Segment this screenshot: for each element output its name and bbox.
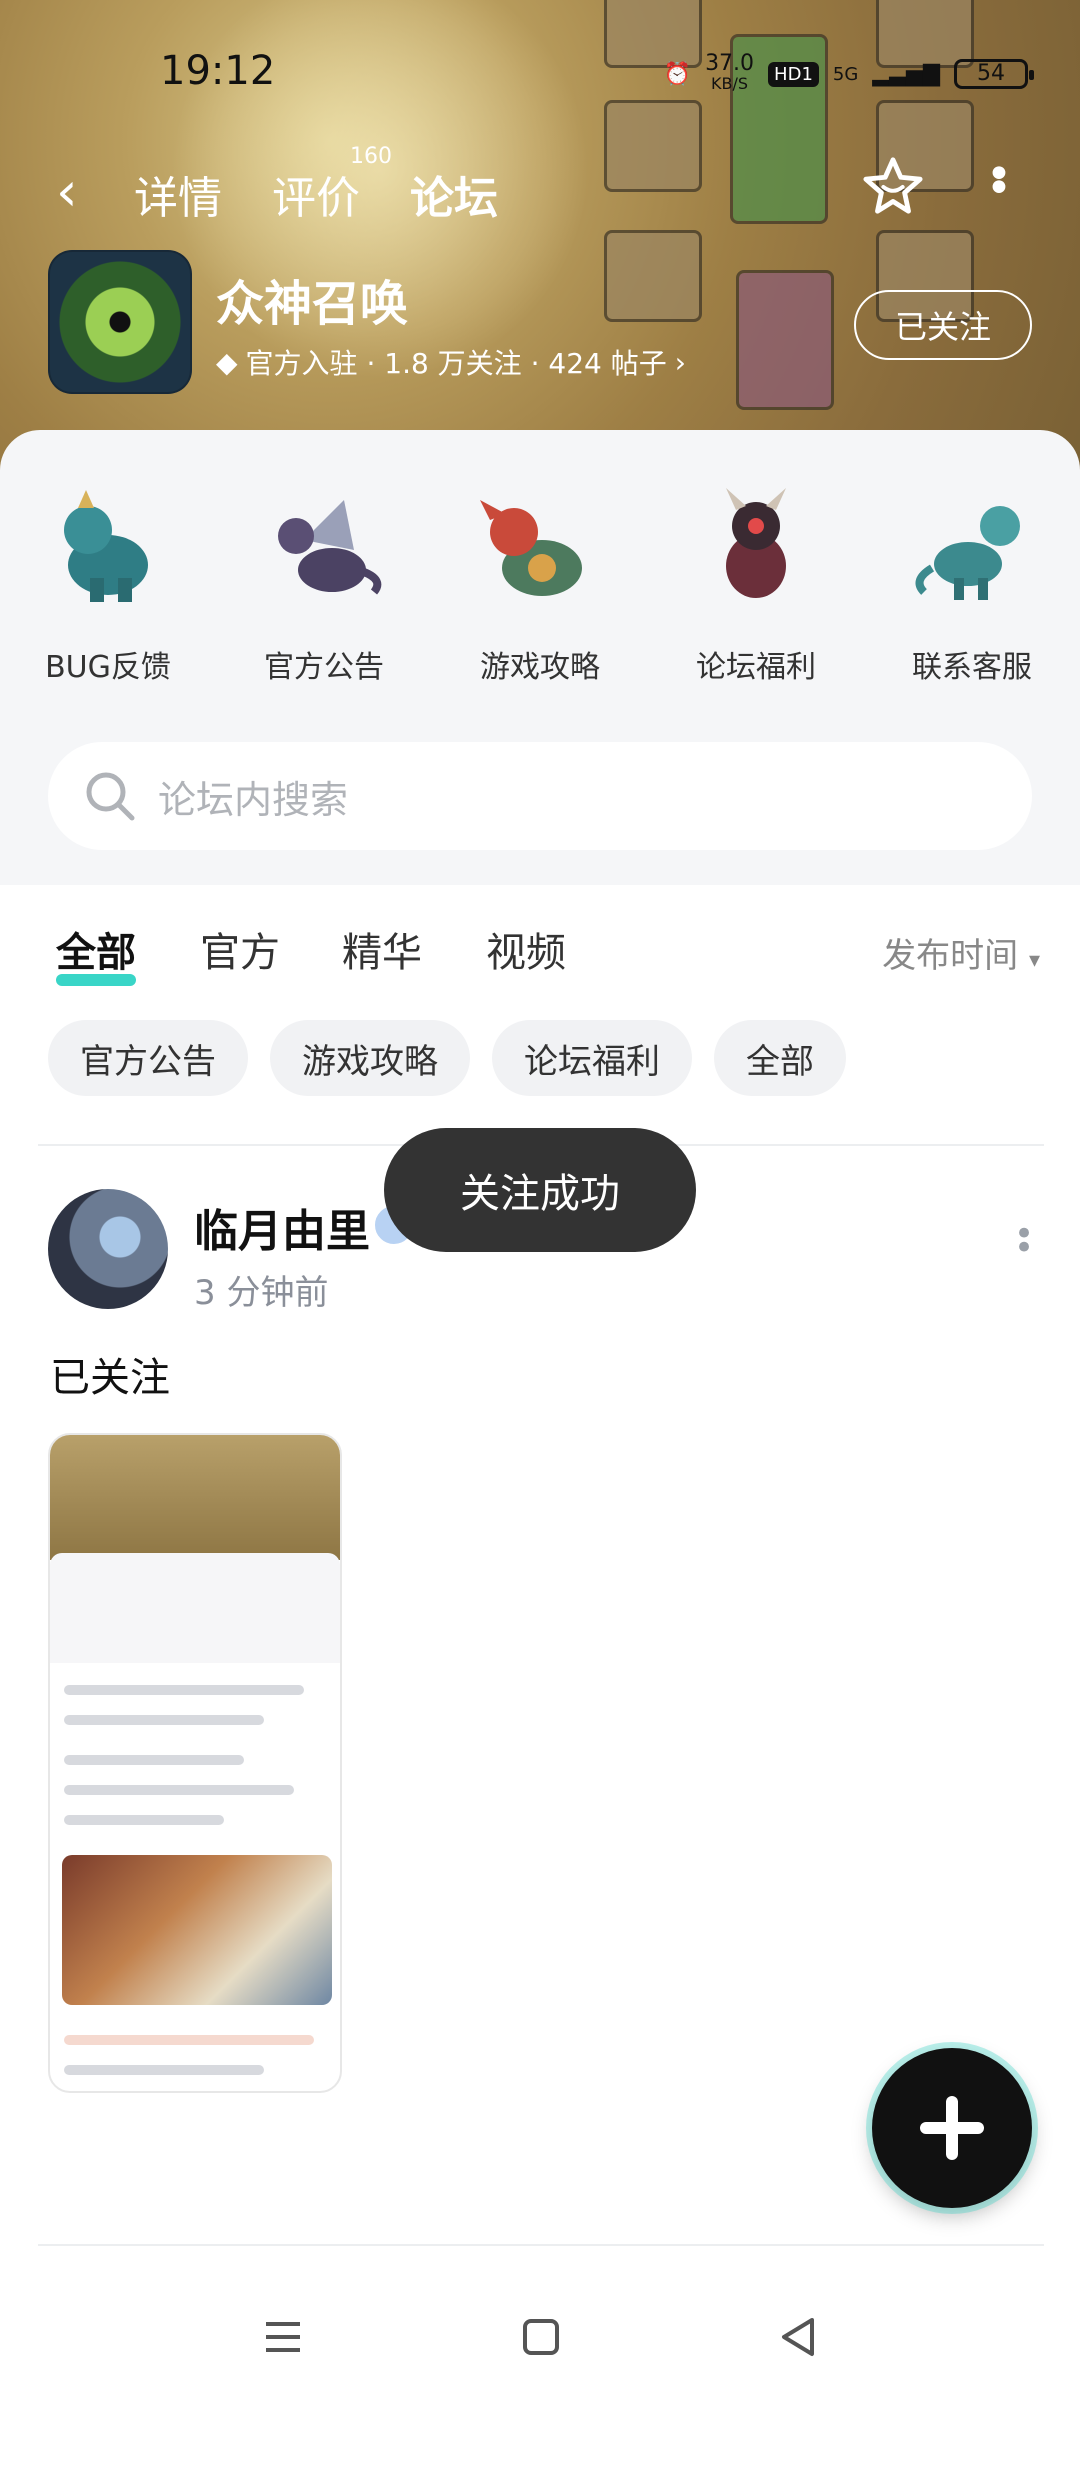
dragon-blue-icon: [915, 506, 1020, 600]
filter-tab-featured[interactable]: 精华: [342, 920, 422, 978]
thumb-line: [64, 1815, 224, 1825]
thumb-line: [64, 1715, 264, 1725]
diamond-icon: ◆: [216, 345, 238, 379]
post-content: 已关注: [50, 1355, 170, 1401]
alarm-icon: ⏰: [663, 61, 692, 87]
network-label: 5G: [832, 63, 859, 85]
post-image-thumbnail[interactable]: [48, 1433, 342, 2093]
hd-badge: HD1: [768, 61, 819, 87]
thumb-line: [64, 1785, 294, 1795]
menu-icon[interactable]: [258, 2312, 308, 2362]
filter-bar: 全部 官方 精华 视频 发布时间 ▾: [0, 900, 1080, 990]
status-icons: ⏰ 37.0 KB/S HD1 5G ▂▃▅▇ 54: [663, 51, 1034, 94]
status-bar: 19:12 ⏰ 37.0 KB/S HD1 5G ▂▃▅▇ 54: [0, 40, 1080, 100]
dragon-dark-icon: [726, 488, 786, 598]
thumb-header: [50, 1435, 340, 1560]
follow-button[interactable]: 已关注: [854, 290, 1032, 360]
post-time: 3 分钟前: [194, 1273, 329, 1313]
entry-forum-benefits[interactable]: 论坛福利: [656, 480, 856, 686]
entry-bug-report[interactable]: BUG反馈: [8, 480, 208, 686]
entry-contact-service[interactable]: 联系客服: [872, 480, 1072, 686]
chip-all[interactable]: 全部: [714, 1020, 846, 1096]
filter-tab-video[interactable]: 视频: [486, 920, 566, 978]
chip-official-notice[interactable]: 官方公告: [48, 1020, 248, 1096]
thumb-promo-image: [62, 1855, 332, 2005]
dragon-teal-icon: [64, 490, 148, 602]
forum-quick-panel: BUG反馈 官方公告 游戏攻略 论坛福利 联系客服 论坛内搜索: [0, 430, 1080, 885]
back-icon[interactable]: ‹: [56, 160, 78, 223]
home-icon[interactable]: [516, 2312, 566, 2362]
dragon-purple-icon: [278, 500, 382, 595]
net-speed: 37.0 KB/S: [705, 51, 755, 94]
tab-details[interactable]: 详情: [134, 162, 222, 226]
sort-dropdown[interactable]: 发布时间 ▾: [882, 928, 1040, 977]
entry-game-guide[interactable]: 游戏攻略: [440, 480, 640, 686]
dragon-red-icon: [480, 500, 582, 596]
new-post-fab-button[interactable]: [872, 2048, 1032, 2208]
thumb-line: [64, 2065, 264, 2075]
author-avatar[interactable]: [48, 1189, 168, 1309]
top-nav: ‹ 详情 评价 160 论坛 • •: [0, 140, 1080, 240]
filter-tab-all[interactable]: 全部: [56, 920, 136, 986]
chip-forum-benefits[interactable]: 论坛福利: [492, 1020, 692, 1096]
thumb-line: [64, 1755, 244, 1765]
star-favorite-icon[interactable]: [862, 154, 924, 216]
back-triangle-icon[interactable]: [774, 2312, 824, 2362]
post-author[interactable]: 临月由里: [194, 1195, 370, 1259]
quick-entries: BUG反馈 官方公告 游戏攻略 论坛福利 联系客服: [0, 480, 1080, 686]
game-title: 众神召唤: [216, 276, 409, 332]
game-info: 众神召唤 ◆ 官方入驻 · 1.8 万关注 · 424 帖子 › 已关注: [48, 250, 1038, 400]
forum-search-box[interactable]: 论坛内搜索: [48, 742, 1032, 850]
game-header-banner: 19:12 ⏰ 37.0 KB/S HD1 5G ▂▃▅▇ 54 ‹ 详情 评价…: [0, 0, 1080, 470]
entry-official-notice[interactable]: 官方公告: [224, 480, 424, 686]
post-more-icon[interactable]: • •: [1014, 1217, 1034, 1265]
game-meta[interactable]: ◆ 官方入驻 · 1.8 万关注 · 424 帖子 ›: [216, 342, 686, 382]
toast-message: 关注成功: [384, 1128, 696, 1252]
thumb-line: [64, 1685, 304, 1695]
game-logo: [48, 250, 192, 394]
chevron-right-icon: ›: [674, 345, 686, 379]
status-time: 19:12: [160, 48, 276, 94]
review-count-badge: 160: [350, 144, 392, 169]
tab-reviews[interactable]: 评价: [272, 162, 360, 226]
search-placeholder: 论坛内搜索: [158, 777, 349, 822]
battery-icon: 54: [954, 59, 1034, 89]
more-options-icon[interactable]: • •: [986, 153, 1012, 211]
signal-icon: ▂▃▅▇: [872, 61, 940, 87]
chip-game-guide[interactable]: 游戏攻略: [270, 1020, 470, 1096]
search-icon: [86, 772, 135, 821]
system-nav-bar: [0, 2260, 1080, 2400]
filter-tab-official[interactable]: 官方: [200, 920, 280, 978]
category-chips: 官方公告 游戏攻略 论坛福利 全部: [48, 1020, 846, 1096]
tab-forum[interactable]: 论坛: [410, 162, 498, 232]
divider: [38, 2244, 1044, 2246]
thumb-line: [64, 2035, 314, 2045]
caret-down-icon: ▾: [1028, 948, 1040, 973]
thumb-panel: [50, 1553, 340, 1663]
